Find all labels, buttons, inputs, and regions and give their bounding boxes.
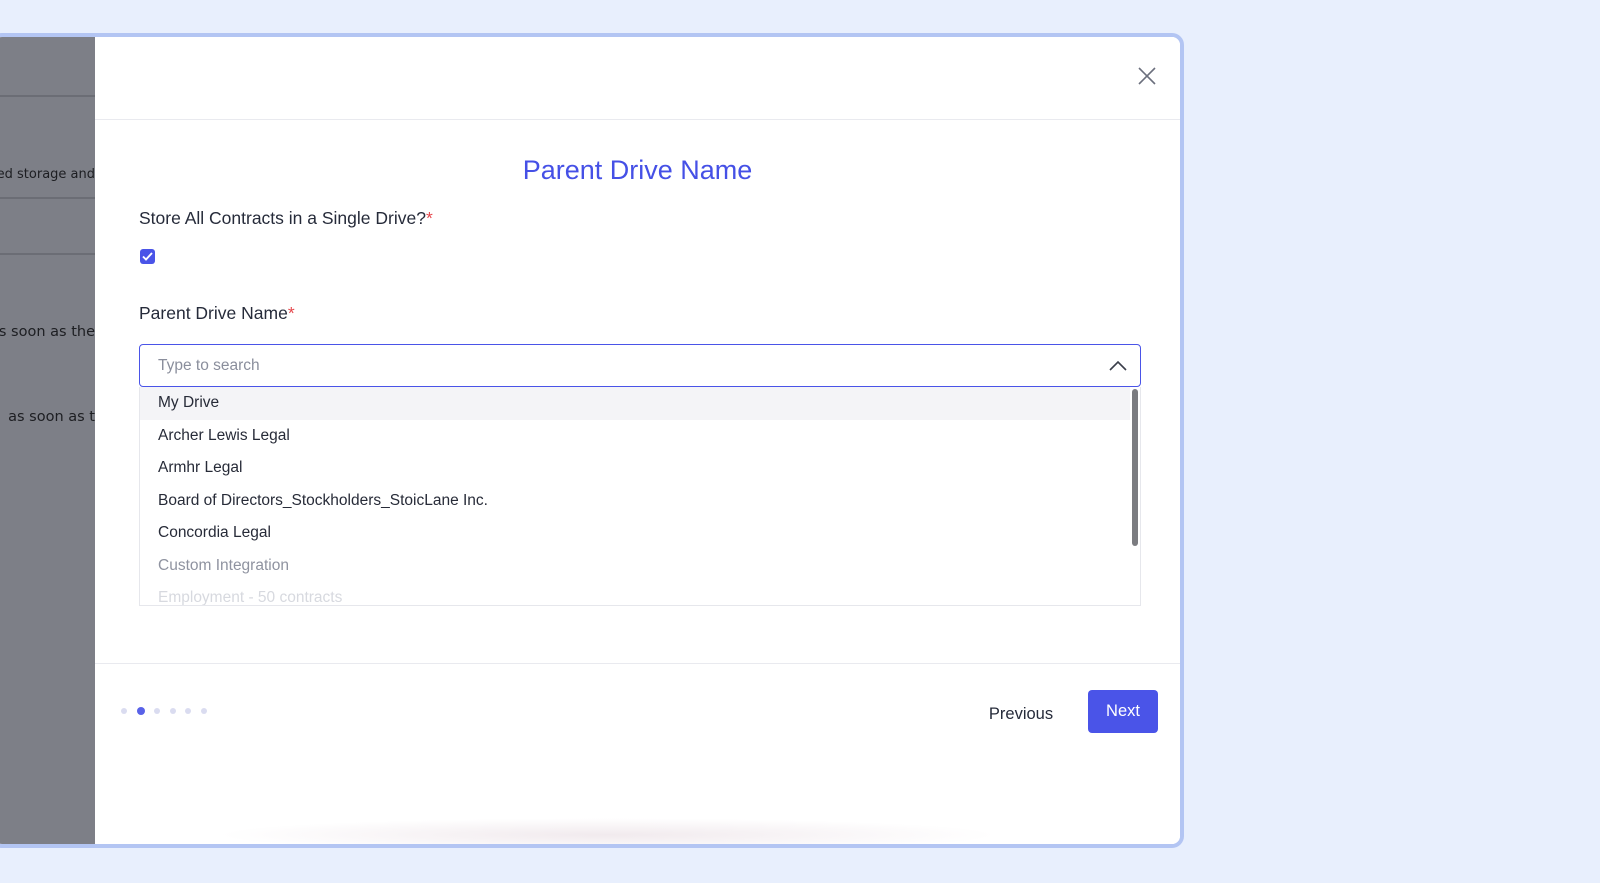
single-drive-checkbox[interactable]: [140, 249, 155, 264]
next-button[interactable]: Next: [1088, 690, 1158, 733]
modal-title: Parent Drive Name: [522, 155, 753, 185]
parent-drive-select[interactable]: [139, 344, 1141, 387]
step-dot: [200, 708, 207, 714]
dropdown-option[interactable]: My Drive: [140, 387, 1130, 420]
header-divider: [95, 119, 1180, 120]
dropdown-option[interactable]: Archer Lewis Legal: [140, 420, 1130, 453]
background-divider: [0, 197, 95, 199]
app-window: ed storage and s soon as the as soon as …: [0, 33, 1184, 848]
step-dot-current: [136, 707, 145, 715]
dropdown-option[interactable]: Board of Directors_Stockholders_StoicLan…: [140, 485, 1130, 518]
single-drive-label: Store All Contracts in a Single Drive?*: [139, 208, 433, 229]
dropdown-toggle[interactable]: [1108, 357, 1128, 375]
previous-button[interactable]: Previous: [981, 693, 1061, 736]
chevron-up-icon: [1109, 360, 1127, 371]
required-marker: *: [425, 208, 433, 228]
step-dot: [169, 708, 176, 714]
background-divider: [0, 253, 95, 255]
step-dot: [121, 708, 127, 714]
bottom-shadow: [215, 818, 1000, 844]
setup-modal: Parent Drive Name Store All Contracts in…: [95, 37, 1180, 844]
parent-drive-label: Parent Drive Name*: [139, 303, 295, 324]
dropdown-option[interactable]: Employment - 50 contracts: [140, 582, 1130, 605]
dropdown-option[interactable]: Custom Integration: [140, 550, 1130, 583]
single-drive-label-text: Store All Contracts in a Single Drive?: [139, 208, 426, 228]
background-page-overlay: ed storage and s soon as the as soon as …: [0, 37, 95, 844]
background-divider: [0, 95, 95, 97]
footer-divider: [95, 663, 1180, 664]
background-text: as soon as t: [8, 409, 95, 425]
step-dot: [185, 708, 191, 714]
background-text: s soon as the: [0, 324, 95, 340]
dropdown-option[interactable]: Concordia Legal: [140, 517, 1130, 550]
close-icon: [1138, 67, 1156, 85]
dropdown-option[interactable]: Armhr Legal: [140, 452, 1130, 485]
parent-drive-search-input[interactable]: [140, 345, 1078, 386]
dropdown-scrollbar[interactable]: [1132, 389, 1138, 546]
background-text: ed storage and: [0, 167, 95, 182]
step-dot: [154, 708, 160, 714]
close-button[interactable]: [1136, 65, 1158, 87]
required-marker: *: [287, 303, 295, 323]
parent-drive-label-text: Parent Drive Name: [139, 303, 288, 323]
checkmark-icon: [142, 252, 153, 261]
step-indicator: [121, 707, 216, 715]
parent-drive-dropdown: My Drive Archer Lewis Legal Armhr Legal …: [139, 387, 1141, 606]
